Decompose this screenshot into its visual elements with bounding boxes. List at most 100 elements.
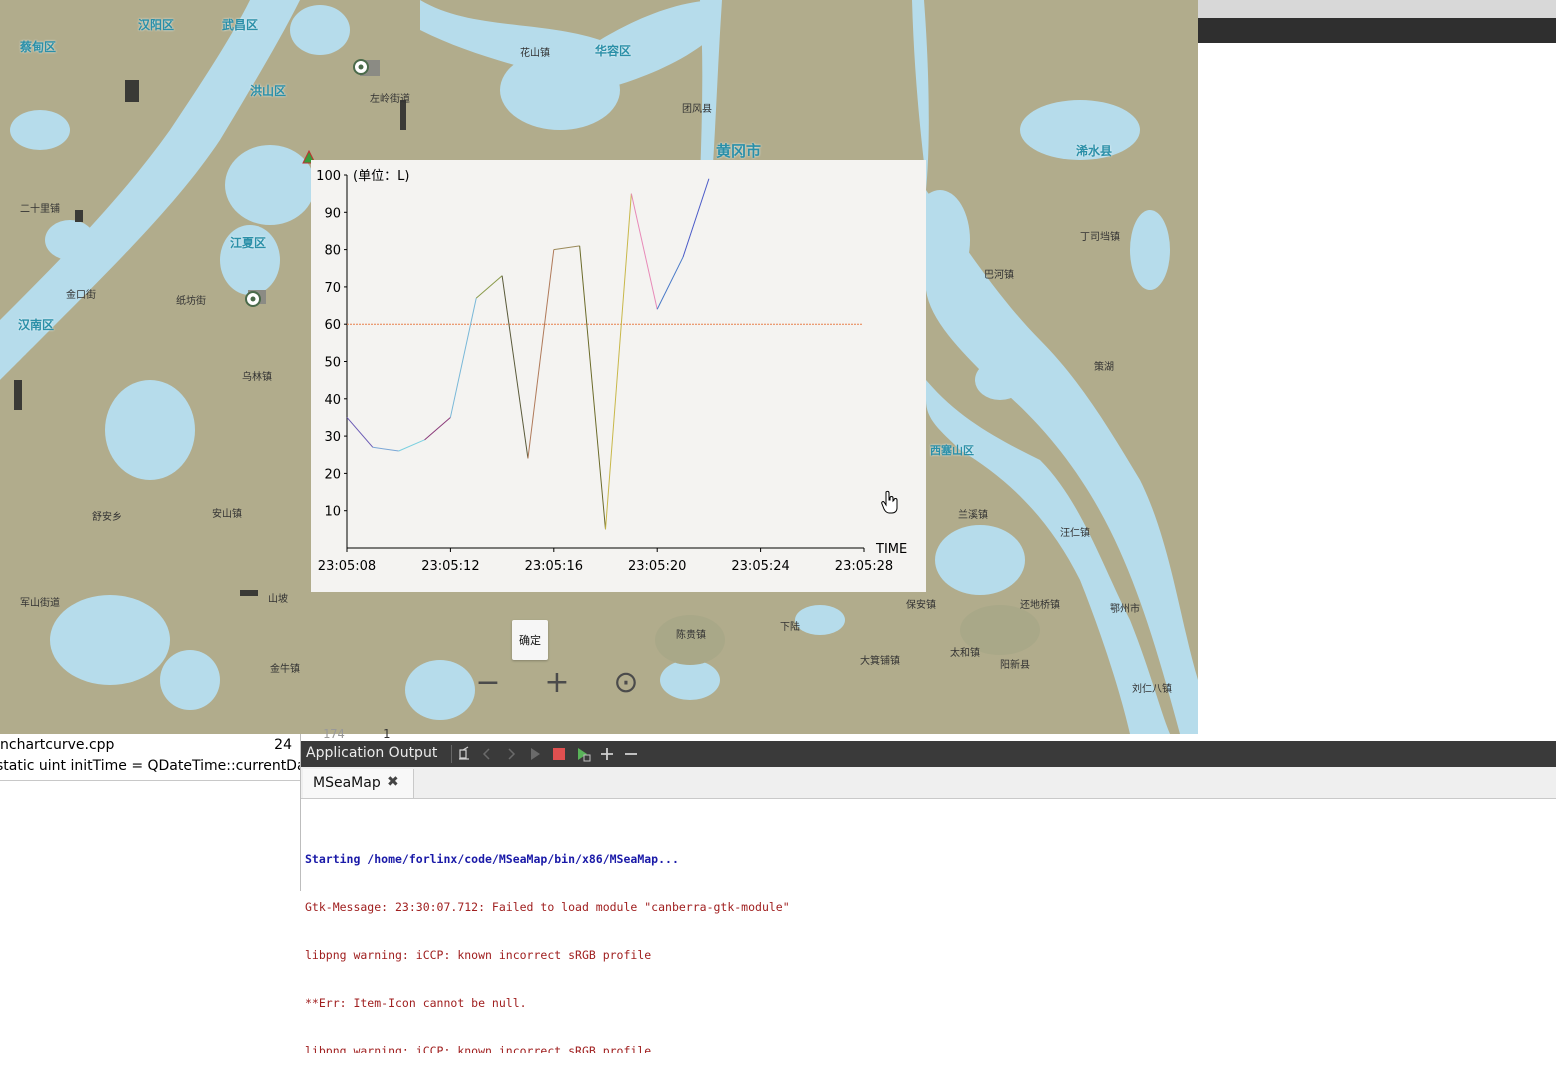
district-label: 江夏区: [230, 236, 267, 250]
place-label: 鄂州市: [1110, 604, 1140, 615]
series-segment: [656, 256, 684, 310]
output-header: Application Output: [301, 741, 1556, 767]
place-label: 兰溪镇: [958, 510, 988, 521]
x-axis-label: TIME: [875, 542, 907, 557]
output-title: Application Output: [306, 745, 438, 761]
ok-button[interactable]: 确定: [512, 620, 548, 660]
log-line: libpng warning: iCCP: known incorrect sR…: [305, 1044, 652, 1053]
place-label: 团风县: [682, 104, 712, 115]
place-label: 乌林镇: [242, 372, 272, 383]
place-label: 巴河镇: [984, 270, 1014, 281]
place-label: 丁司垱镇: [1080, 232, 1120, 243]
x-tick-label: 23:05:24: [731, 559, 789, 574]
editor-locator-panel: nchartcurve.cpp 24 static uint initTime …: [0, 734, 301, 891]
right-panel: [1198, 0, 1556, 741]
place-label: 纸坊街: [176, 296, 206, 307]
district-label: 蔡甸区: [20, 40, 57, 54]
place-label: 安山镇: [212, 509, 242, 520]
y-tick-label: 20: [324, 467, 341, 482]
x-tick-label: 23:05:08: [318, 559, 376, 574]
editor-code-line[interactable]: static uint initTime = QDateTime::curren…: [0, 758, 300, 781]
attach-debugger-icon[interactable]: [573, 744, 593, 764]
district-label: 武昌区: [222, 18, 259, 32]
run-icon[interactable]: [525, 744, 545, 764]
place-label: 保安镇: [906, 600, 936, 611]
series-segment: [579, 245, 606, 530]
city-label: 黄冈市: [716, 142, 762, 160]
y-axis-label: (单位：L): [353, 169, 409, 184]
place-label: 刘仁八镇: [1132, 684, 1172, 695]
log-line: libpng warning: iCCP: known incorrect sR…: [305, 948, 652, 962]
series-segment: [449, 297, 477, 418]
series-segment: [682, 178, 710, 258]
output-log[interactable]: Starting /home/forlinx/code/MSeaMap/bin/…: [305, 819, 790, 1085]
stop-icon[interactable]: [549, 744, 569, 764]
locate-button[interactable]: ⊙: [606, 668, 646, 704]
clear-output-icon[interactable]: [455, 744, 475, 764]
series-segment: [501, 275, 529, 459]
place-label: 还地桥镇: [1020, 600, 1060, 611]
series-segment: [475, 275, 503, 299]
log-line: Starting /home/forlinx/code/MSeaMap/bin/…: [305, 852, 679, 866]
district-label: 汉阳区: [138, 18, 175, 32]
right-panel-toolbar: [1198, 18, 1556, 43]
poi-marker-icon[interactable]: [244, 290, 262, 308]
application-output-pane: Application Output MSeaMap ✖ Starting /h…: [301, 741, 1556, 1053]
y-tick-label: 30: [324, 430, 341, 445]
y-tick-label: 50: [324, 356, 341, 371]
x-tick-label: 23:05:12: [421, 559, 479, 574]
y-tick-label: 60: [324, 318, 341, 333]
place-label: 下陆: [780, 622, 800, 633]
increase-font-icon[interactable]: [597, 744, 617, 764]
x-tick-label: 23:05:16: [525, 559, 583, 574]
next-item-icon[interactable]: [501, 744, 521, 764]
log-line: Gtk-Message: 23:30:07.712: Failed to loa…: [305, 900, 790, 914]
place-label: 二十里铺: [20, 204, 60, 215]
district-label: 汉南区: [18, 318, 55, 332]
y-tick-label: 40: [324, 393, 341, 408]
series-segment: [527, 249, 555, 459]
output-tab-bar: MSeaMap ✖: [301, 767, 1556, 799]
series-segment: [605, 193, 632, 530]
series-segment: [346, 417, 374, 448]
editor-line-number: 24: [274, 737, 292, 753]
toolbar-separator: [451, 745, 452, 763]
zoom-out-button[interactable]: −: [468, 668, 508, 704]
line-number: 1: [383, 727, 391, 741]
series-segment: [398, 439, 425, 452]
district-label: 华容区: [595, 44, 632, 58]
district-label: 洪山区: [250, 84, 287, 98]
series-segment: [630, 193, 658, 310]
place-label: 策湖: [1094, 362, 1114, 373]
poi-marker-icon[interactable]: [352, 58, 370, 76]
previous-item-icon[interactable]: [477, 744, 497, 764]
chart-dialog: 10 20 30 40 50 60 70 80 90 100 23:05:08 23:05:12 23:…: [311, 160, 926, 592]
place-label: 阳新县: [1000, 660, 1030, 671]
place-label: 金牛镇: [270, 664, 300, 675]
place-label: 太和镇: [950, 648, 980, 659]
log-line: **Err: Item-Icon cannot be null.: [305, 996, 527, 1010]
hand-cursor-icon: [881, 490, 898, 514]
editor-file-name[interactable]: nchartcurve.cpp: [0, 737, 114, 753]
place-label: 左岭街道: [370, 94, 410, 105]
place-label: 金口街: [66, 290, 96, 301]
y-tick-label: 90: [324, 206, 341, 221]
place-label: 军山街道: [20, 598, 60, 609]
district-label: 西塞山区: [930, 444, 974, 457]
line-chart: 10 20 30 40 50 60 70 80 90 100 23:05:08 23:05:12 23:…: [316, 169, 907, 574]
x-tick-label: 23:05:20: [628, 559, 686, 574]
district-label: 浠水县: [1076, 144, 1113, 158]
close-tab-icon[interactable]: ✖: [387, 774, 399, 790]
place-label: 山坡: [268, 594, 288, 605]
tab-mseamap[interactable]: MSeaMap ✖: [303, 769, 414, 798]
y-tick-label: 10: [324, 505, 341, 520]
series-segment: [553, 245, 580, 251]
line-number: 174: [323, 727, 345, 741]
place-label: 大箕铺镇: [860, 656, 900, 667]
y-tick-label: 70: [324, 281, 341, 296]
zoom-in-button[interactable]: +: [537, 668, 577, 704]
place-label: 汪仁镇: [1060, 528, 1090, 539]
place-label: 花山镇: [520, 48, 550, 59]
decrease-font-icon[interactable]: [621, 744, 641, 764]
y-tick-label: 80: [324, 244, 341, 259]
